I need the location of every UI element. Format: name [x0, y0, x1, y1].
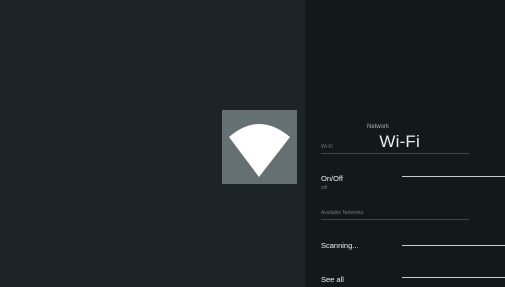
see-all-divider: [402, 277, 505, 278]
scanning-divider: [402, 245, 505, 246]
available-networks-divider: [321, 219, 469, 220]
wifi-section-divider: [321, 153, 469, 154]
wifi-icon-tile: [222, 110, 297, 184]
breadcrumb: Network: [366, 124, 389, 130]
wifi-section-header: Wi-Fi: [321, 144, 333, 150]
page-title: Wi-Fi: [379, 132, 420, 151]
wifi-icon: [229, 124, 290, 177]
on-off-label: On/Off: [321, 174, 343, 183]
see-all-label: See all: [321, 275, 344, 284]
scanning-label: Scanning...: [321, 241, 359, 250]
on-off-status: Off: [321, 185, 327, 190]
on-off-divider: [402, 176, 505, 177]
available-networks-header: Available Networks: [321, 210, 364, 216]
